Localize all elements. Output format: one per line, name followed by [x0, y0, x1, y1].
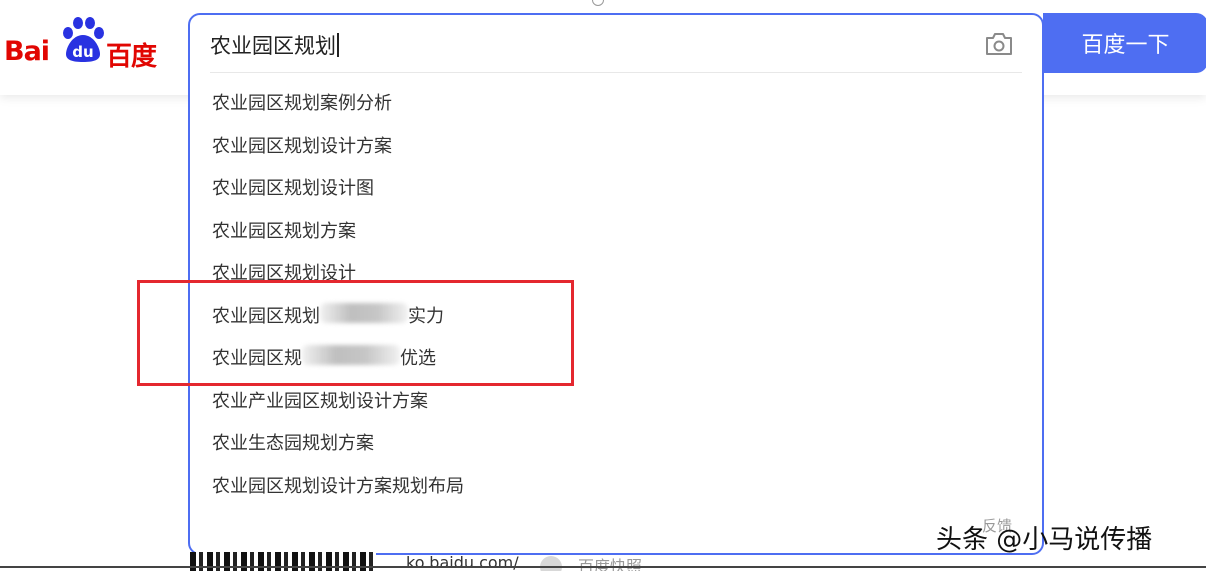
bottom-divider — [0, 566, 1206, 568]
input-divider — [210, 72, 1022, 73]
suggestion-item[interactable]: 农业园区规划设计图 — [212, 174, 464, 217]
search-query: 农业园区规划 — [210, 34, 336, 58]
snapshot-icon — [540, 556, 562, 571]
svg-text:du: du — [72, 43, 93, 61]
baidu-logo[interactable]: Bai du 百度 — [4, 16, 164, 72]
logo-latin-text: Bai — [4, 36, 50, 67]
result-url[interactable]: ko.baidu.com/ — [406, 553, 519, 571]
search-input[interactable]: 农业园区规划 — [210, 30, 339, 60]
camera-icon[interactable] — [984, 31, 1014, 57]
suggestion-item[interactable]: 农业园区规划案例分析 — [212, 89, 464, 132]
suggestion-item[interactable]: 农业产业园区规划设计方案 — [212, 387, 464, 430]
suggestion-item[interactable]: 农业园区规划设计方案规划布局 — [212, 472, 464, 515]
annotation-highlight-box — [137, 280, 574, 386]
baidu-paw-icon: du — [63, 17, 104, 62]
result-thumbnail — [190, 552, 376, 571]
watermark-text: 头条 @小马说传播 — [936, 525, 1153, 555]
logo-cn-text: 百度 — [106, 42, 157, 72]
suggestion-item[interactable]: 农业园区规划设计方案 — [212, 132, 464, 175]
suggestion-item[interactable]: 农业园区规划方案 — [212, 217, 464, 260]
suggestion-item[interactable]: 农业生态园规划方案 — [212, 429, 464, 472]
text-caret — [337, 33, 339, 57]
snapshot-link[interactable]: 百度快照 — [578, 553, 642, 571]
search-button[interactable]: 百度一下 — [1043, 13, 1206, 73]
